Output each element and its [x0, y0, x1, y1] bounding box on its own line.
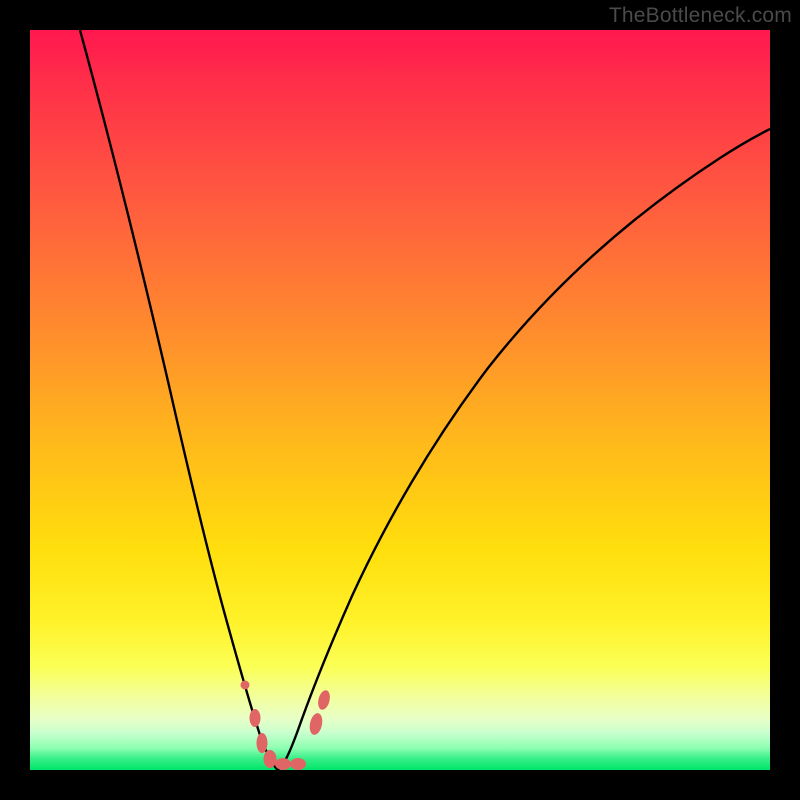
marker-dot — [264, 750, 277, 768]
marker-dot — [316, 689, 332, 711]
plot-area — [30, 30, 770, 770]
curve-right-arm — [278, 129, 770, 770]
curve-left-arm — [80, 30, 278, 770]
marker-dot — [275, 758, 291, 770]
marker-dot — [250, 709, 261, 727]
watermark-text: TheBottleneck.com — [609, 4, 792, 28]
marker-dot — [257, 733, 268, 753]
marker-dot — [308, 712, 324, 736]
bottleneck-curve — [30, 30, 770, 770]
marker-dot — [241, 681, 250, 690]
marker-dot — [290, 758, 306, 770]
